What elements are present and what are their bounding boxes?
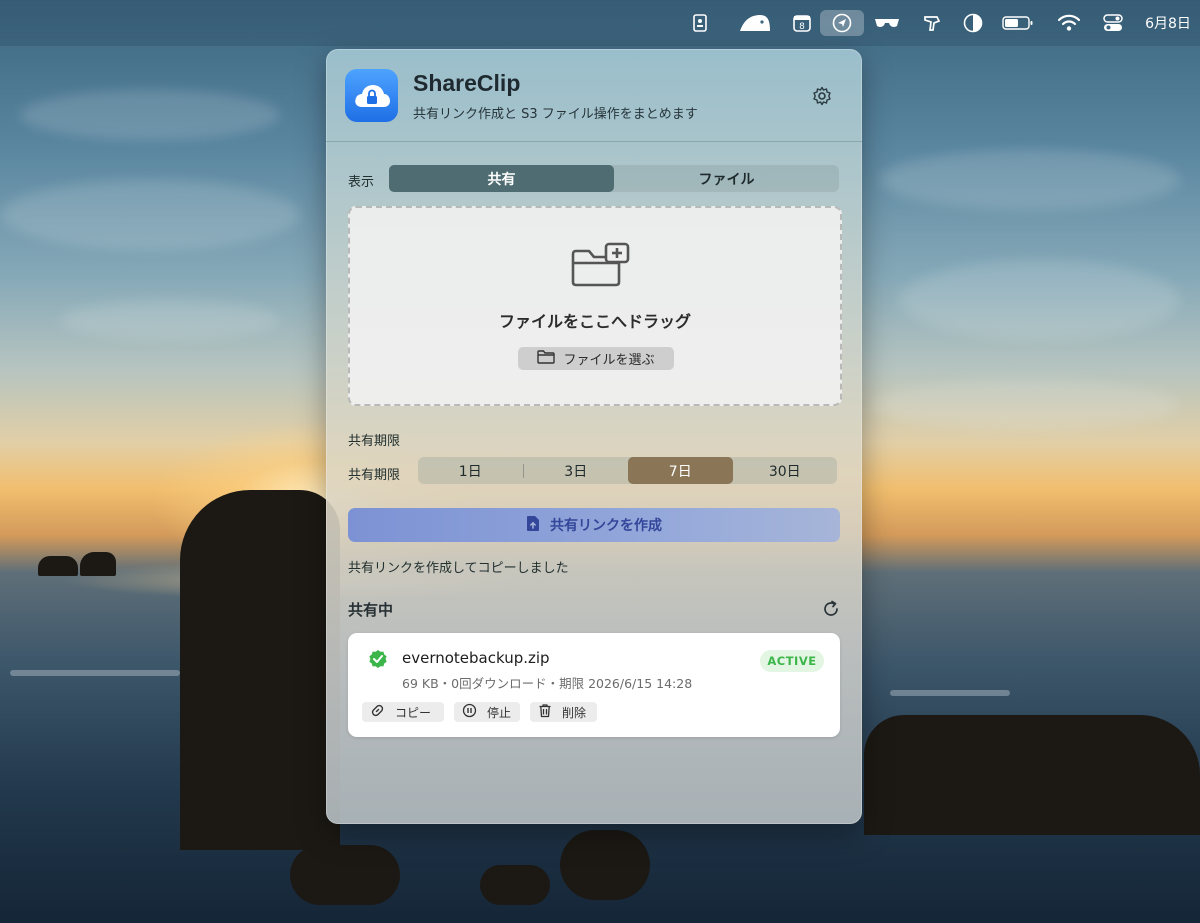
shared-file-meta: 69 KB・0回ダウンロード・期限 2026/6/15 14:28	[402, 676, 693, 691]
expiry-option-1d[interactable]: 1日	[418, 457, 523, 484]
create-share-link-label: 共有リンクを作成	[550, 518, 662, 534]
menubar-date[interactable]: 6月8日	[1140, 10, 1196, 36]
control-center-icon[interactable]	[1100, 10, 1126, 36]
gear-icon[interactable]	[810, 84, 834, 108]
drop-zone-title: ファイルをここへドラッグ	[498, 312, 691, 331]
file-drop-zone[interactable]: ファイルをここへドラッグ ファイルを選ぶ	[348, 206, 842, 406]
sunglasses-icon[interactable]	[872, 10, 902, 36]
create-share-link-button[interactable]: 共有リンクを作成	[348, 508, 840, 542]
refresh-icon[interactable]	[821, 599, 841, 619]
shared-file-card: evernotebackup.zip 69 KB・0回ダウンロード・期限 202…	[348, 633, 840, 737]
status-message: 共有リンクを作成してコピーしました	[348, 561, 569, 576]
status-badge: ACTIVE	[760, 650, 824, 672]
document-upload-icon	[526, 515, 540, 536]
battery-icon[interactable]	[1000, 10, 1036, 36]
choose-file-button[interactable]: ファイルを選ぶ	[518, 347, 674, 370]
contrast-icon[interactable]	[960, 10, 986, 36]
stop-label: 停止	[487, 705, 512, 720]
link-icon	[370, 703, 385, 721]
expiry-option-30d[interactable]: 30日	[733, 457, 838, 484]
expiry-option-7d[interactable]: 7日	[628, 457, 733, 484]
choose-file-label: ファイルを選ぶ	[563, 353, 655, 368]
sharing-section-title: 共有中	[348, 601, 394, 619]
trash-icon	[538, 703, 552, 721]
expiry-segmented-control: 1日 3日 7日 30日	[418, 457, 837, 484]
ghost-icon[interactable]	[736, 10, 774, 36]
copy-label: コピー	[395, 705, 432, 720]
pause-icon	[462, 703, 477, 721]
expiry-row-label: 共有期限	[348, 468, 401, 483]
folder-add-icon	[570, 242, 632, 292]
id-card-icon[interactable]	[688, 10, 712, 36]
app-title: ShareClip	[413, 70, 521, 96]
delete-share-button[interactable]: 削除	[530, 702, 597, 722]
menu-bar: 8 6月8日	[0, 0, 1200, 46]
view-label: 表示	[348, 175, 375, 190]
folder-icon	[537, 349, 556, 368]
copy-link-button[interactable]: コピー	[362, 702, 444, 722]
tool-icon[interactable]	[920, 10, 944, 36]
expiry-option-3d[interactable]: 3日	[524, 457, 629, 484]
app-subtitle: 共有リンク作成と S3 ファイル操作をまとめます	[413, 107, 698, 122]
tab-share[interactable]: 共有	[389, 165, 614, 192]
calendar-icon[interactable]: 8	[790, 10, 814, 36]
shareclip-menu-icon[interactable]	[820, 10, 864, 36]
panel-header: ShareClip 共有リンク作成と S3 ファイル操作をまとめます	[326, 49, 862, 142]
tab-files[interactable]: ファイル	[614, 165, 839, 192]
verified-check-icon	[368, 649, 388, 669]
expiry-section-label: 共有期限	[348, 434, 401, 449]
svg-text:8: 8	[799, 22, 805, 32]
cloud-lock-icon	[345, 69, 398, 122]
shared-file-name: evernotebackup.zip	[402, 649, 550, 667]
shareclip-panel: ShareClip 共有リンク作成と S3 ファイル操作をまとめます 表示 共有…	[326, 49, 862, 824]
wifi-icon[interactable]	[1056, 10, 1082, 36]
delete-label: 削除	[562, 705, 587, 720]
stop-sharing-button[interactable]: 停止	[454, 702, 520, 722]
view-segmented-control: 共有 ファイル	[389, 165, 839, 192]
